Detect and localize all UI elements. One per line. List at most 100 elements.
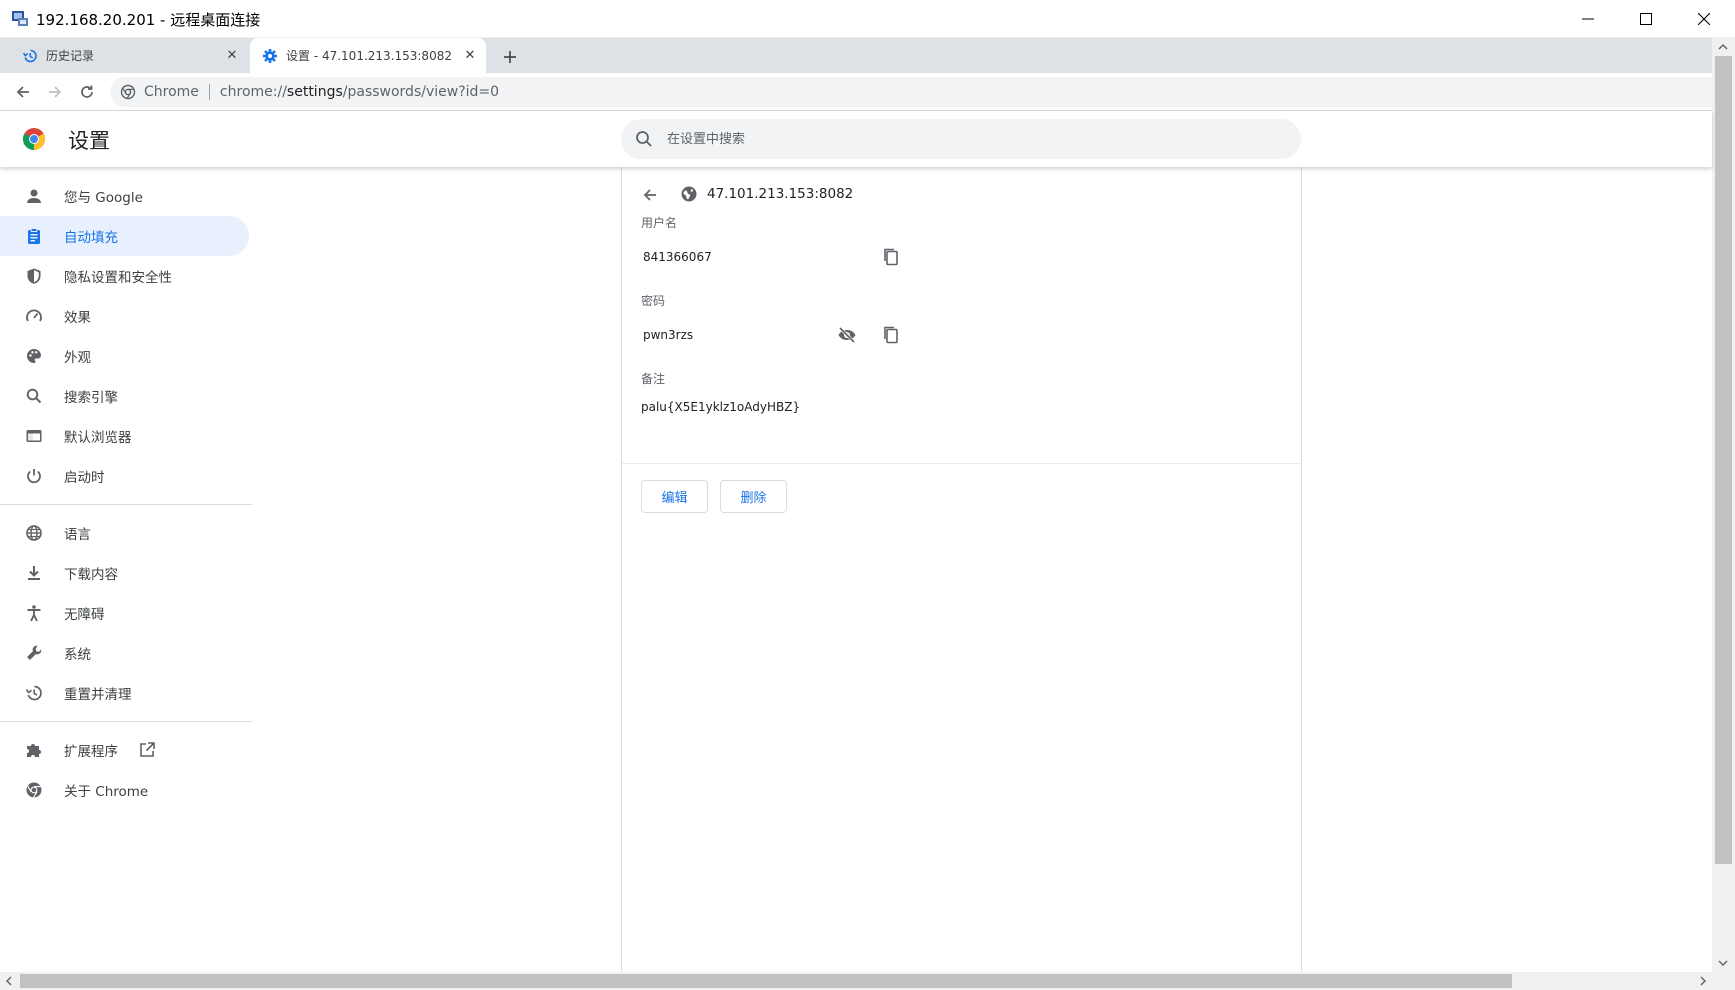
edit-button[interactable]: 编辑: [641, 480, 708, 513]
maximize-button[interactable]: [1617, 0, 1675, 38]
sidebar-item-performance[interactable]: 效果: [0, 296, 249, 336]
browser-icon: [24, 426, 44, 446]
sidebar-item-label: 关于 Chrome: [64, 784, 149, 800]
chevron-right-icon[interactable]: [1698, 975, 1708, 987]
clipboard-icon: [24, 226, 44, 246]
settings-gear-icon: [263, 48, 277, 63]
url-scheme: chrome://: [219, 84, 287, 100]
globe-icon: [681, 186, 697, 202]
sidebar-divider: [0, 504, 252, 505]
sidebar-item-downloads[interactable]: 下载内容: [0, 553, 249, 593]
security-chip-label[interactable]: Chrome: [144, 84, 199, 100]
chrome-icon: [24, 780, 44, 800]
arrow-left-icon: [643, 189, 656, 201]
search-icon: [636, 131, 652, 147]
maximize-icon: [1640, 13, 1652, 25]
sidebar-item-default-browser[interactable]: 默认浏览器: [0, 416, 249, 456]
tab-strip: 历史记录 ✕ 设置 - 47.101.213.153:8082 ✕: [0, 38, 1712, 73]
sidebar-item-label: 外观: [64, 350, 91, 366]
username-value: 841366067: [643, 250, 712, 264]
url-path: /passwords/view?id=0: [342, 84, 500, 100]
password-label: 密码: [641, 294, 666, 308]
sidebar-item-label: 下载内容: [64, 567, 118, 583]
settings-search-box[interactable]: [621, 119, 1301, 159]
site-origin: 47.101.213.153:8082: [707, 186, 854, 202]
copy-icon: [884, 326, 898, 344]
open-in-new-icon: [138, 741, 156, 759]
sidebar-item-on-startup[interactable]: 启动时: [0, 456, 249, 496]
sidebar-item-label: 语言: [64, 527, 91, 543]
chrome-icon: [120, 84, 136, 100]
password-value: pwn3rzs: [643, 328, 694, 342]
horizontal-scrollbar[interactable]: [0, 972, 1712, 990]
tab-close-button[interactable]: ✕: [222, 46, 242, 66]
card-divider: [622, 463, 1301, 464]
minimize-button[interactable]: [1559, 0, 1617, 38]
plus-icon: [504, 51, 516, 63]
wrench-icon: [24, 643, 44, 663]
sidebar-item-label: 搜索引擎: [64, 390, 118, 406]
chevron-down-icon[interactable]: [1717, 958, 1729, 968]
settings-header: 设置: [0, 111, 1712, 167]
sidebar-item-autofill[interactable]: 自动填充: [0, 216, 249, 256]
palette-icon: [24, 346, 44, 366]
settings-search-input[interactable]: [667, 131, 1267, 147]
note-label: 备注: [641, 372, 666, 386]
close-window-button[interactable]: [1675, 0, 1733, 38]
sidebar-item-accessibility[interactable]: 无障碍: [0, 593, 249, 633]
sidebar-item-extensions[interactable]: 扩展程序: [0, 730, 249, 770]
sidebar-item-appearance[interactable]: 外观: [0, 336, 249, 376]
sidebar-item-label: 您与 Google: [64, 190, 143, 206]
page-title: 设置: [68, 129, 110, 153]
window-title: 192.168.20.201 - 远程桌面连接: [36, 11, 261, 29]
tab-close-button[interactable]: ✕: [460, 46, 480, 66]
arrow-right-icon: [49, 86, 62, 98]
power-icon: [24, 466, 44, 486]
password-detail-card: 47.101.213.153:8082 用户名 841366067 密码 pwn…: [621, 167, 1302, 972]
back-to-passwords-button[interactable]: [638, 183, 662, 207]
shield-icon: [24, 266, 44, 286]
delete-button[interactable]: 删除: [720, 480, 787, 513]
copy-icon: [884, 248, 898, 266]
chrome-logo-icon: [23, 128, 45, 150]
sidebar-item-languages[interactable]: 语言: [0, 513, 249, 553]
hide-password-button[interactable]: [833, 321, 861, 349]
eye-off-icon: [838, 326, 856, 344]
sidebar-item-label: 隐私设置和安全性: [64, 270, 172, 286]
chevron-up-icon[interactable]: [1717, 42, 1729, 52]
history-icon: [22, 49, 37, 62]
note-value: palu{X5E1yklz1oAdyHBZ}: [641, 400, 801, 414]
copy-password-button[interactable]: [877, 321, 905, 349]
sidebar-item-label: 重置并清理: [64, 687, 132, 703]
omnibox-separator: [208, 84, 210, 100]
download-icon: [24, 563, 44, 583]
tab-history[interactable]: 历史记录 ✕: [10, 38, 248, 73]
copy-username-button[interactable]: [877, 243, 905, 271]
horizontal-scrollbar-thumb[interactable]: [20, 974, 1512, 988]
sidebar-item-reset[interactable]: 重置并清理: [0, 673, 249, 713]
vertical-scrollbar-thumb[interactable]: [1715, 56, 1732, 864]
sidebar-item-privacy[interactable]: 隐私设置和安全性: [0, 256, 249, 296]
new-tab-button[interactable]: [498, 45, 522, 69]
sidebar-item-label: 效果: [64, 310, 91, 326]
sidebar-item-label: 扩展程序: [64, 744, 118, 760]
address-bar[interactable]: Chrome chrome://settings/passwords/view?…: [110, 77, 1712, 107]
sidebar-item-search-engine[interactable]: 搜索引擎: [0, 376, 249, 416]
username-label: 用户名: [641, 216, 678, 230]
vertical-scrollbar[interactable]: [1712, 38, 1735, 972]
browser-toolbar: Chrome chrome://settings/passwords/view?…: [0, 73, 1712, 111]
sidebar-item-you-and-google[interactable]: 您与 Google: [0, 176, 249, 216]
tab-title: 设置 - 47.101.213.153:8082: [286, 49, 452, 63]
close-icon: [1698, 13, 1710, 25]
puzzle-icon: [24, 740, 44, 760]
sidebar-item-about-chrome[interactable]: 关于 Chrome: [0, 770, 249, 810]
reload-button[interactable]: [73, 78, 101, 106]
reset-icon: [24, 683, 44, 703]
accessibility-icon: [24, 603, 44, 623]
search-icon: [24, 386, 44, 406]
sidebar-item-system[interactable]: 系统: [0, 633, 249, 673]
tab-settings[interactable]: 设置 - 47.101.213.153:8082 ✕: [250, 38, 486, 73]
chevron-left-icon[interactable]: [4, 975, 14, 987]
back-button[interactable]: [9, 78, 37, 106]
forward-button[interactable]: [41, 78, 69, 106]
